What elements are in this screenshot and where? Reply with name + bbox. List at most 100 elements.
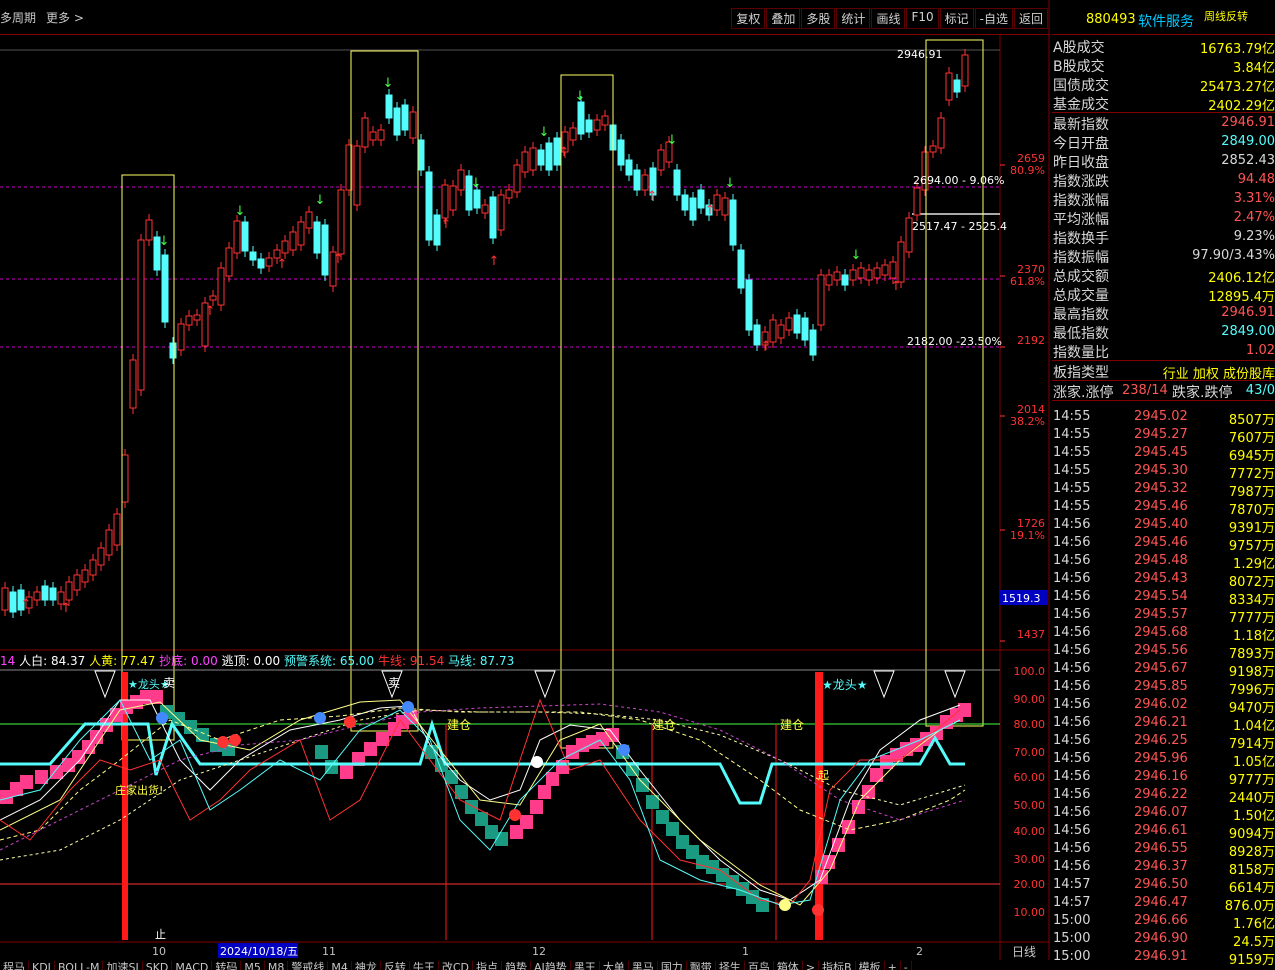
tick-time: 14:56 <box>1053 607 1091 622</box>
tick-time: 14:56 <box>1053 679 1091 694</box>
candle <box>73 574 81 591</box>
candle <box>233 220 241 254</box>
indicator-tab[interactable]: 黑马 <box>628 961 658 970</box>
info-label: 指数换手 <box>1053 231 1109 247</box>
candle <box>289 231 297 251</box>
buy-arrow-icon: ↑ <box>61 601 72 616</box>
stock-code: 880493 <box>1086 12 1136 27</box>
indicator-tab[interactable]: + <box>884 961 901 970</box>
tick-row: 14:56 2945.54 8334万 <box>1052 588 1275 608</box>
tick-time: 14:56 <box>1053 589 1091 604</box>
step-block <box>340 765 353 779</box>
indicator-tab[interactable]: 飘带 <box>686 961 716 970</box>
chart-area[interactable]: 265980.9%237061.8%2192201438.2%172619.1%… <box>0 0 1050 960</box>
indicator-value: 人黄: 77.47 <box>89 654 160 668</box>
price-axis-label: 2192 <box>1017 334 1045 347</box>
info-row: 板指类型 行业 加权 成份股库 <box>1052 361 1275 382</box>
indicator-tab[interactable]: 反转 <box>380 961 410 970</box>
indicator-tab[interactable]: 指标B <box>819 961 856 970</box>
tick-time: 14:56 <box>1053 643 1091 658</box>
indicator-tab[interactable]: BOLL-M <box>54 961 104 970</box>
step-block <box>465 800 478 814</box>
candle <box>777 324 785 339</box>
indicator-tab[interactable]: 神龙 <box>351 961 381 970</box>
indicator-tab[interactable]: 牛王 <box>409 961 439 970</box>
indicator-tab[interactable]: M5 <box>241 961 265 970</box>
indicator-tab[interactable]: 程马 <box>0 961 29 970</box>
indicator-tab[interactable]: 百鸟 <box>744 961 774 970</box>
candle <box>129 359 137 409</box>
indicator-tab[interactable]: 改CD <box>438 961 474 970</box>
quote-info-panel: A股成交 16763.79亿 B股成交 3.84亿 国债成交 25473.27亿 基金成交 2… <box>1052 36 1275 401</box>
indicator-axis-label: 40.00 <box>1014 825 1046 838</box>
tick-list[interactable]: 14:55 2945.02 8507万 14:55 2945.27 7607万 14:55 2… <box>1052 408 1275 968</box>
candle <box>81 569 89 583</box>
info-label: 今日开盘 <box>1053 136 1109 152</box>
candle <box>241 221 249 252</box>
indicator-tab[interactable]: M4 <box>328 961 352 970</box>
candle <box>385 94 393 119</box>
info-label: 总成交量 <box>1053 288 1109 304</box>
indicator-tab[interactable]: MACD <box>172 961 213 970</box>
indicator-tab[interactable]: KDJ <box>29 961 55 970</box>
indicator-tab[interactable]: SKD <box>142 961 173 970</box>
info-row: 指数振幅 97.90/3.43% <box>1052 246 1275 266</box>
tick-row: 14:56 2945.96 1.05亿 <box>1052 750 1275 770</box>
indicator-tab[interactable]: 箱体 <box>773 961 803 970</box>
tick-price: 2945.43 <box>1134 571 1188 586</box>
info-value: 2402.29亿 <box>1208 99 1275 114</box>
sell-arrow-icon: ↓ <box>235 204 246 219</box>
candle <box>721 197 729 216</box>
info-row: 涨家.涨停 238/14 跌家.跌停 43/0 <box>1052 381 1275 401</box>
indicator-value: 逃顶: 0.00 <box>221 654 284 668</box>
step-block <box>150 690 163 704</box>
info-row: 指数涨幅 3.31% <box>1052 189 1275 209</box>
indicator-tab[interactable]: 加速SJ <box>103 961 143 970</box>
tick-time: 14:55 <box>1053 427 1091 442</box>
buy-arrow-icon: ↑ <box>647 189 658 204</box>
step-block <box>656 810 669 824</box>
tick-row: 14:56 2945.40 9391万 <box>1052 516 1275 536</box>
indicator-tab[interactable]: 指点 <box>473 961 503 970</box>
step-block <box>870 768 883 782</box>
indicator-tab[interactable]: - <box>900 961 912 970</box>
tick-price: 2945.48 <box>1134 553 1188 568</box>
step-block <box>852 800 865 814</box>
period-label[interactable]: 日线 <box>1012 945 1036 959</box>
indicator-tab[interactable]: 模板 <box>855 961 885 970</box>
candle <box>881 264 889 276</box>
tick-row: 14:55 2945.30 7772万 <box>1052 462 1275 482</box>
tick-row: 14:55 2945.27 7607万 <box>1052 426 1275 446</box>
tick-price: 2945.46 <box>1134 535 1188 550</box>
tick-row: 15:00 2946.66 1.76亿 <box>1052 912 1275 932</box>
tick-price: 2946.22 <box>1134 787 1188 802</box>
build-position-label: 建仓 <box>780 718 804 732</box>
info-row: 总成交额 2406.12亿 <box>1052 265 1275 286</box>
indicator-tab[interactable]: 择生 <box>715 961 745 970</box>
candle <box>873 267 881 279</box>
tick-time: 15:00 <box>1053 913 1091 928</box>
tick-price: 2945.02 <box>1134 409 1188 424</box>
tick-price: 2946.21 <box>1134 715 1188 730</box>
candle <box>633 169 641 191</box>
info-value: 43/0 <box>1245 383 1275 398</box>
indicator-tab[interactable]: 转码 <box>212 961 242 970</box>
candle <box>513 164 521 193</box>
indicator-tab[interactable]: 国力 <box>657 961 687 970</box>
indicator-tab[interactable]: 警戒线 <box>288 961 329 970</box>
tick-time: 14:56 <box>1053 661 1091 676</box>
indicator-tab[interactable]: 黑王 <box>570 961 600 970</box>
indicator-tab[interactable]: 大单 <box>599 961 629 970</box>
info-label: 基金成交 <box>1053 97 1109 113</box>
candle <box>545 142 553 171</box>
candle <box>929 145 937 153</box>
indicator-tab[interactable]: AI趋势 <box>531 961 571 970</box>
info-label: 板指类型 <box>1053 365 1109 381</box>
indicator-tab[interactable]: M8 <box>264 961 289 970</box>
stock-name: 软件服务 <box>1138 14 1194 30</box>
indicator-tab[interactable]: > <box>802 961 820 970</box>
sell-label: 卖 <box>388 676 400 690</box>
indicator-tab[interactable]: 趋势 <box>502 961 532 970</box>
candle <box>481 204 489 214</box>
step-block <box>196 728 209 742</box>
